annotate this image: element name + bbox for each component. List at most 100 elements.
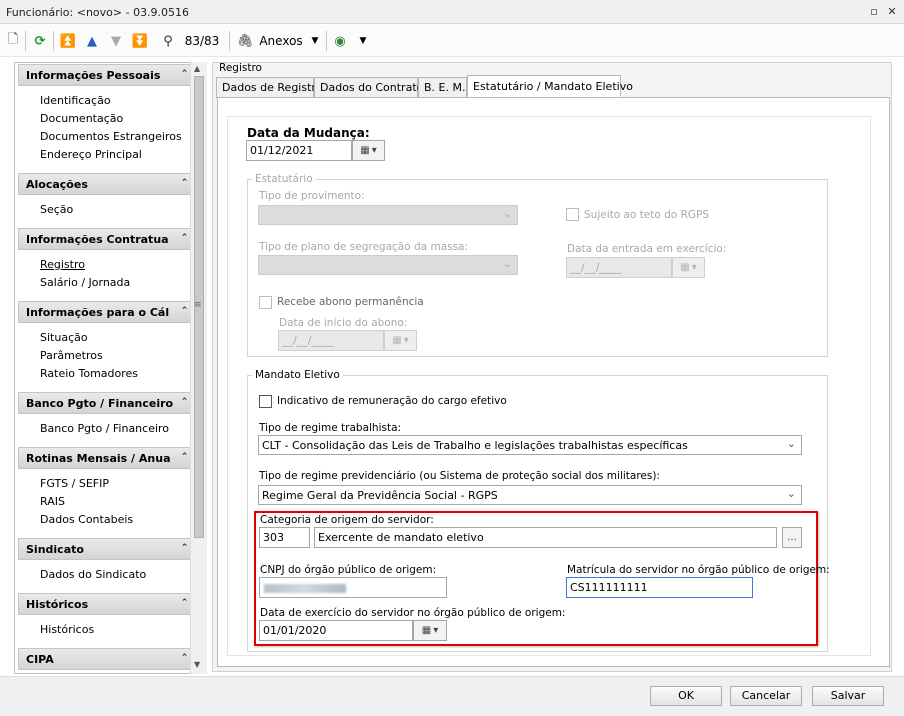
restore-icon[interactable]: ▫ [866, 4, 882, 20]
mandato-eletivo-group-title: Mandato Eletivo [252, 369, 343, 381]
globe-icon[interactable]: ◉ [330, 30, 350, 52]
close-icon[interactable]: ✕ [884, 4, 900, 20]
last-record-icon[interactable]: ⏬ [130, 30, 150, 52]
new-document-icon[interactable]: 🗋 [4, 30, 22, 52]
attachments-button[interactable]: Anexos [258, 30, 304, 52]
section-title: Rotinas Mensais / Anua [26, 452, 171, 465]
section-title: Banco Pgto / Financeiro [26, 397, 174, 410]
tipo-provimento-label: Tipo de provimento: [259, 190, 365, 202]
sidebar-section-informacoes-contratuais[interactable]: Informações Contratua ⌃ [18, 228, 196, 250]
categoria-descricao-input[interactable]: Exercente de mandato eletivo [314, 527, 777, 548]
data-entrada-calendar-button[interactable]: ▦ ▾ [672, 257, 705, 278]
sidebar-item-documentos-estrangeiros[interactable]: Documentos Estrangeiros [40, 130, 182, 143]
data-inicio-abono-calendar-button[interactable]: ▦ ▾ [384, 330, 417, 351]
attachments-dropdown-icon[interactable]: ▼ [308, 30, 322, 52]
data-inicio-abono-label: Data de início do abono: [279, 317, 408, 329]
data-entrada-label: Data da entrada em exercício: [567, 243, 727, 255]
sidebar-section-banco-pgto[interactable]: Banco Pgto / Financeiro ⌃ [18, 392, 196, 414]
toolbar-separator [53, 31, 54, 51]
next-record-icon[interactable]: ▼ [106, 30, 126, 52]
tab-bem[interactable]: B. E. M. [418, 77, 467, 98]
sidebar-item-identificacao[interactable]: Identificação [40, 94, 111, 107]
sidebar-section-informacoes-pessoais[interactable]: Informações Pessoais ⌃ [18, 64, 196, 86]
save-button[interactable]: Salvar [812, 686, 884, 706]
sidebar-item-dados-contabeis[interactable]: Dados Contabeis [40, 513, 133, 526]
sidebar-section-alocacoes[interactable]: Alocações ⌃ [18, 173, 196, 195]
data-exercicio-label: Data de exercício do servidor no órgão p… [260, 607, 566, 619]
paperclip-icon[interactable]: 🖇 [236, 30, 254, 52]
section-title: Sindicato [26, 543, 84, 556]
sidebar-section-sindicato[interactable]: Sindicato ⌃ [18, 538, 196, 560]
sujeito-teto-checkbox[interactable] [566, 208, 579, 221]
sidebar-item-situacao[interactable]: Situação [40, 331, 88, 344]
data-mudanca-calendar-button[interactable]: ▦ ▾ [352, 140, 385, 161]
section-title: Informações para o Cál [26, 306, 170, 319]
refresh-icon[interactable]: ⟳ [30, 30, 50, 52]
data-entrada-input[interactable]: __/__/____ [566, 257, 672, 278]
sidebar-section-cipa[interactable]: CIPA ⌃ [18, 648, 196, 670]
calendar-icon: ▦ [392, 335, 402, 346]
chevron-down-icon: ▾ [691, 262, 697, 273]
redacted-value [264, 584, 346, 593]
data-exercicio-input[interactable]: 01/01/2020 [259, 620, 413, 641]
globe-dropdown-icon[interactable]: ▼ [356, 30, 370, 52]
calendar-icon: ▦ [680, 262, 690, 273]
scroll-up-icon[interactable]: ▲ [194, 64, 200, 73]
tipo-provimento-select[interactable]: ⌄ [258, 205, 518, 225]
tipo-regime-previdenciario-select[interactable]: Regime Geral da Previdência Social - RGP… [258, 485, 802, 505]
sidebar-item-parametros[interactable]: Parâmetros [40, 349, 103, 362]
toolbar-separator [326, 31, 327, 51]
sidebar-item-dados-sindicato[interactable]: Dados do Sindicato [40, 568, 146, 581]
data-inicio-abono-input[interactable]: __/__/____ [278, 330, 384, 351]
sidebar-item-registro[interactable]: Registro [40, 258, 85, 271]
tipo-regime-trabalhista-select[interactable]: CLT - Consolidação das Leis de Trabalho … [258, 435, 802, 455]
categoria-codigo-input[interactable]: 303 [259, 527, 310, 548]
tipo-regime-trabalhista-label: Tipo de regime trabalhista: [259, 422, 402, 434]
sidebar-section-historicos[interactable]: Históricos ⌃ [18, 593, 196, 615]
recebe-abono-checkbox[interactable] [259, 296, 272, 309]
sidebar-item-endereco-principal[interactable]: Endereço Principal [40, 148, 142, 161]
tab-dados-contrato[interactable]: Dados do Contrato [314, 77, 423, 98]
first-record-icon[interactable]: ⏫ [58, 30, 78, 52]
sidebar-section-rotinas-mensais[interactable]: Rotinas Mensais / Anua ⌃ [18, 447, 196, 469]
sidebar-item-rateio-tomadores[interactable]: Rateio Tomadores [40, 367, 138, 380]
data-mudanca-label: Data da Mudança: [247, 126, 370, 140]
sidebar-item-documentacao[interactable]: Documentação [40, 112, 123, 125]
tipo-plano-label: Tipo de plano de segregação da massa: [259, 241, 469, 253]
data-mudanca-input[interactable]: 01/12/2021 [246, 140, 352, 161]
chevron-down-icon: ▾ [433, 625, 439, 636]
chevron-down-icon: ⌄ [786, 487, 796, 500]
matricula-input[interactable]: CS111111111 [566, 577, 753, 598]
recebe-abono-label: Recebe abono permanência [277, 296, 424, 308]
sidebar-section-informacoes-calculo[interactable]: Informações para o Cál ⌃ [18, 301, 196, 323]
cnpj-input[interactable] [259, 577, 447, 598]
tab-estatutario-mandato[interactable]: Estatutário / Mandato Eletivo [467, 75, 633, 97]
sidebar-item-secao[interactable]: Seção [40, 203, 73, 216]
indicativo-remuneracao-checkbox[interactable] [259, 395, 272, 408]
sidebar-item-salario-jornada[interactable]: Salário / Jornada [40, 276, 130, 289]
cancel-button[interactable]: Cancelar [730, 686, 802, 706]
sidebar-item-fgts-sefip[interactable]: FGTS / SEFIP [40, 477, 109, 490]
categoria-lookup-button[interactable]: ... [782, 527, 802, 548]
chevron-down-icon: ⌄ [502, 207, 512, 220]
sidebar-item-rais[interactable]: RAIS [40, 495, 65, 508]
cnpj-label: CNPJ do órgão público de origem: [260, 564, 437, 576]
data-exercicio-calendar-button[interactable]: ▦ ▾ [413, 620, 447, 641]
scroll-down-icon[interactable]: ▼ [194, 660, 200, 669]
sidebar-item-historicos[interactable]: Históricos [40, 623, 94, 636]
matricula-label: Matrícula do servidor no órgão público d… [567, 564, 830, 576]
ok-button[interactable]: OK [650, 686, 722, 706]
sidebar-item-banco-pgto[interactable]: Banco Pgto / Financeiro [40, 422, 169, 435]
sidebar-scrollbar[interactable]: ▲ ≡ ▼ [190, 62, 207, 674]
tipo-plano-select[interactable]: ⌄ [258, 255, 518, 275]
tab-dados-registro[interactable]: Dados de Registro [216, 77, 322, 98]
chevron-down-icon: ▾ [403, 335, 409, 346]
previous-record-icon[interactable]: ▲ [82, 30, 102, 52]
toolbar-separator [25, 31, 26, 51]
indicativo-remuneracao-label: Indicativo de remuneração do cargo efeti… [277, 395, 507, 407]
section-title: Históricos [26, 598, 89, 611]
search-binoculars-icon[interactable]: ⚲ [158, 30, 178, 52]
selected-value: CLT - Consolidação das Leis de Trabalho … [262, 439, 688, 452]
categoria-origem-label: Categoria de origem do servidor: [260, 514, 434, 526]
record-counter: 83/83 [184, 34, 220, 48]
